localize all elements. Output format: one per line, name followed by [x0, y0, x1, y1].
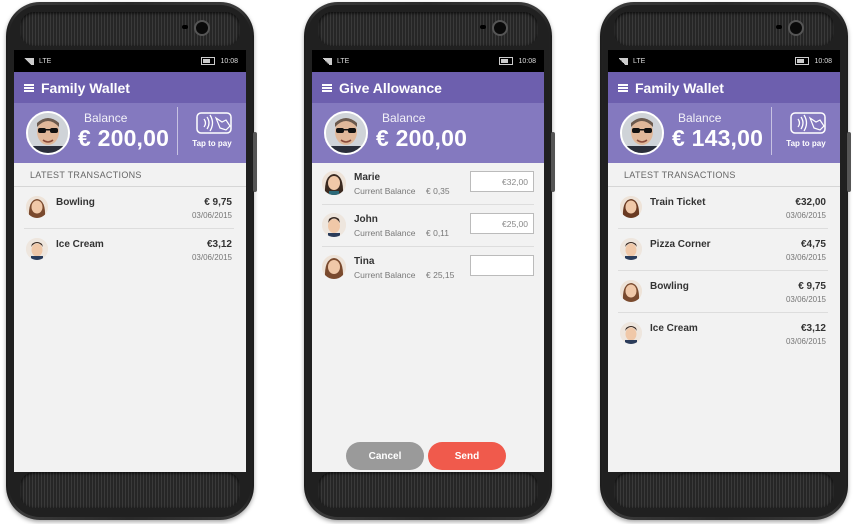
balance-label: Balance [382, 111, 426, 125]
front-camera [788, 20, 804, 36]
balance-amount: € 143,00 [672, 125, 764, 151]
child-avatar [26, 238, 48, 260]
battery-icon [795, 57, 810, 65]
allowance-amount-input[interactable] [470, 255, 534, 276]
screen-family-wallet-updated: LTE 10:08 Family Wallet Balance € 143,00… [608, 50, 840, 472]
section-latest-transactions: LATEST TRANSACTIONS [14, 163, 246, 187]
balance-panel: Balance € 200,00 [312, 103, 544, 163]
balance-label: Balance [84, 111, 128, 125]
child-avatar [620, 280, 642, 302]
status-bar: LTE 10:08 [312, 50, 544, 72]
allowance-amount-input[interactable]: €32,00 [470, 171, 534, 192]
battery-icon [499, 57, 514, 65]
parent-avatar[interactable] [324, 111, 368, 155]
child-avatar [620, 322, 642, 344]
balance-label: Balance [678, 111, 722, 125]
allowance-amount-input[interactable]: €25,00 [470, 213, 534, 234]
app-title: Family Wallet [635, 79, 724, 96]
parent-avatar[interactable] [26, 111, 70, 155]
allowance-row: John Current Balance € 0,11 €25,00 [322, 205, 534, 247]
child-avatar [322, 255, 346, 279]
status-bar: LTE 10:08 [608, 50, 840, 72]
tap-to-pay-button[interactable]: Tap to pay [771, 107, 840, 155]
phone-middle: LTE 10:08 Give Allowance Balance € 200,0… [304, 2, 555, 520]
transaction-row[interactable]: Bowling € 9,75 03/06/2015 [618, 271, 828, 313]
signal-icon [320, 57, 332, 65]
transaction-row[interactable]: Ice Cream €3,12 03/06/2015 [24, 229, 234, 270]
app-bar: Give Allowance [312, 72, 544, 103]
contactless-pay-icon [790, 112, 826, 134]
child-avatar [620, 238, 642, 260]
bottom-speaker-grill [614, 472, 834, 508]
status-bar: LTE 10:08 [14, 50, 246, 72]
app-bar: Family Wallet [14, 72, 246, 103]
transaction-row[interactable]: Pizza Corner €4,75 03/06/2015 [618, 229, 828, 271]
contactless-pay-icon [196, 112, 232, 134]
section-latest-transactions: LATEST TRANSACTIONS [608, 163, 840, 187]
child-avatar [322, 171, 346, 195]
bottom-speaker-grill [20, 472, 240, 508]
screen-family-wallet: LTE 10:08 Family Wallet Balance € 200,00… [14, 50, 246, 472]
allowance-row: Marie Current Balance € 0,35 €32,00 [322, 163, 534, 205]
balance-panel: Balance € 143,00 Tap to pay [608, 103, 840, 163]
phone-left: LTE 10:08 Family Wallet Balance € 200,00… [6, 2, 257, 520]
app-bar: Family Wallet [608, 72, 840, 103]
transaction-row[interactable]: Train Ticket €32,00 03/06/2015 [618, 187, 828, 229]
child-avatar [620, 196, 642, 218]
front-camera [492, 20, 508, 36]
front-camera [194, 20, 210, 36]
battery-icon [201, 57, 216, 65]
screen-give-allowance: LTE 10:08 Give Allowance Balance € 200,0… [312, 50, 544, 472]
tap-to-pay-button[interactable]: Tap to pay [177, 107, 246, 155]
balance-amount: € 200,00 [376, 125, 468, 151]
phone-right: LTE 10:08 Family Wallet Balance € 143,00… [600, 2, 851, 520]
app-title: Family Wallet [41, 79, 130, 96]
parent-avatar[interactable] [620, 111, 664, 155]
child-avatar [26, 196, 48, 218]
transaction-row[interactable]: Ice Cream €3,12 03/06/2015 [618, 313, 828, 354]
app-title: Give Allowance [339, 79, 442, 96]
balance-panel: Balance € 200,00 Tap to pay [14, 103, 246, 163]
signal-icon [22, 57, 34, 65]
signal-icon [616, 57, 628, 65]
cancel-button[interactable]: Cancel [346, 442, 424, 470]
hamburger-menu-icon[interactable] [24, 83, 34, 92]
hamburger-menu-icon[interactable] [618, 83, 628, 92]
hamburger-menu-icon[interactable] [322, 83, 332, 92]
transaction-row[interactable]: Bowling € 9,75 03/06/2015 [24, 187, 234, 229]
child-avatar [322, 213, 346, 237]
send-button[interactable]: Send [428, 442, 506, 470]
balance-amount: € 200,00 [78, 125, 170, 151]
allowance-row: Tina Current Balance € 25,15 [322, 247, 534, 288]
bottom-speaker-grill [318, 472, 538, 508]
